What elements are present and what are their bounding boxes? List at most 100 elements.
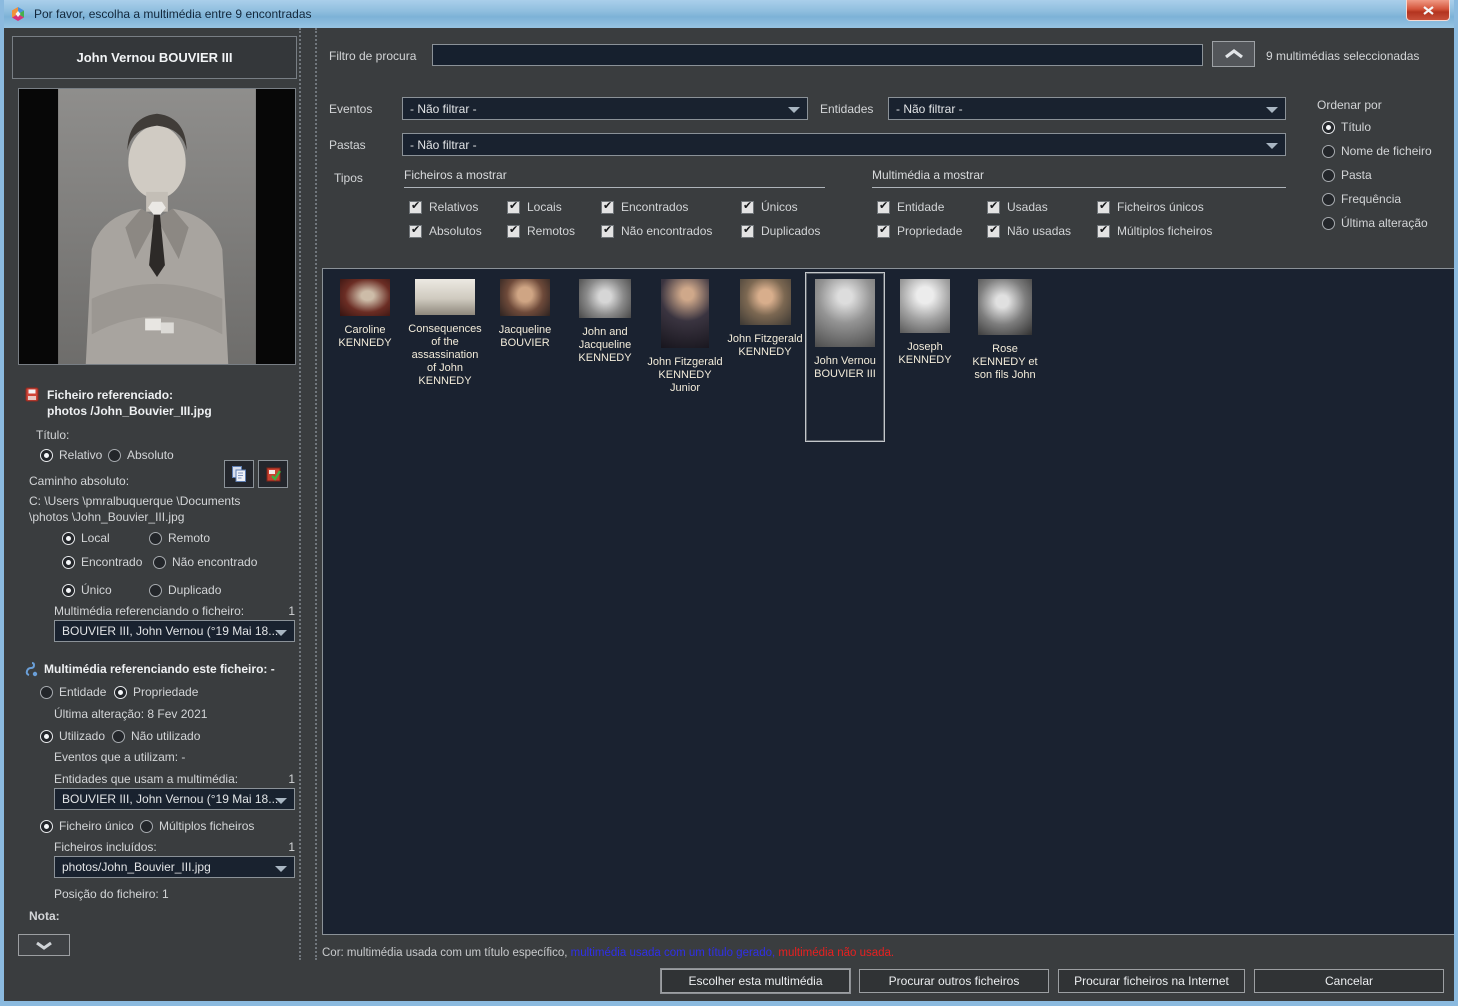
media-ref-combobox[interactable]: BOUVIER III, John Vernou (°19 Mai 18...	[54, 620, 295, 642]
radio-nao-utilizado[interactable]: Não utilizado	[112, 729, 200, 743]
selected-count-label: 9 multimédias seleccionadas	[1266, 49, 1419, 63]
radio-encontrado[interactable]: Encontrado	[62, 555, 142, 569]
chevron-down-icon	[275, 866, 287, 872]
checkbox-propriedade[interactable]: Propriedade	[877, 224, 962, 238]
pastas-label: Pastas	[329, 138, 366, 152]
sidebar-panel: John Vernou BOUVIER III	[12, 36, 298, 962]
close-button[interactable]	[1406, 0, 1450, 21]
pastas-combobox[interactable]: - Não filtrar -	[402, 133, 1286, 156]
media-gallery: Caroline KENNEDY Consequences of the ass…	[322, 268, 1455, 935]
checkbox-icon	[409, 225, 422, 238]
filter-input[interactable]	[432, 44, 1203, 66]
radio-entidade[interactable]: Entidade	[40, 685, 106, 699]
checkbox-nao-usadas[interactable]: Não usadas	[987, 224, 1071, 238]
radio-icon	[40, 820, 53, 833]
titulo-label: Título:	[36, 428, 69, 442]
media-ref-section: Multimédia referenciando este ficheiro: …	[25, 662, 275, 680]
radio-nao-encontrado[interactable]: Não encontrado	[153, 555, 257, 569]
titlebar: Por favor, escolha a multimédia entre 9 …	[0, 0, 1458, 28]
portrait-image	[58, 89, 256, 364]
file-ref-path: photos /John_Bouvier_III.jpg	[47, 404, 212, 418]
radio-sort-titulo[interactable]: Título	[1322, 120, 1371, 134]
checkbox-usadas[interactable]: Usadas	[987, 200, 1048, 214]
splitter[interactable]	[299, 28, 317, 960]
checkbox-icon	[507, 225, 520, 238]
files-group-title: Ficheiros a mostrar	[404, 168, 825, 188]
thumbnail-image	[340, 279, 390, 316]
checkbox-entidade[interactable]: Entidade	[877, 200, 944, 214]
radio-relativo[interactable]: Relativo	[40, 448, 102, 462]
checkbox-icon	[877, 225, 890, 238]
media-ref-count-row: Multimédia referenciando o ficheiro: 1	[54, 604, 295, 618]
radio-sort-nome-ficheiro[interactable]: Nome de ficheiro	[1322, 144, 1432, 158]
checkbox-nao-encontrados[interactable]: Não encontrados	[601, 224, 712, 238]
radio-remoto[interactable]: Remoto	[149, 531, 210, 545]
radio-icon	[108, 449, 121, 462]
gallery-item-john-and-jacqueline[interactable]: John and Jacqueline KENNEDY	[565, 272, 645, 366]
radio-sort-ultima-alteracao[interactable]: Última alteração	[1322, 216, 1428, 230]
thumbnail-image	[579, 279, 631, 318]
update-path-button[interactable]	[258, 460, 288, 488]
checkbox-unicos[interactable]: Únicos	[741, 200, 798, 214]
files-included-value: 1	[288, 840, 295, 854]
thumbnail-image	[900, 279, 950, 333]
gallery-item-jacqueline-bouvier[interactable]: Jacqueline BOUVIER	[485, 272, 565, 351]
radio-unico[interactable]: Único	[62, 583, 112, 597]
checkbox-relativos[interactable]: Relativos	[409, 200, 478, 214]
gallery-item-john-vernou-bouvier[interactable]: John Vernou BOUVIER III	[805, 272, 885, 442]
checkbox-remotos[interactable]: Remotos	[507, 224, 575, 238]
checkbox-locais[interactable]: Locais	[507, 200, 562, 214]
thumbnail-image	[740, 279, 791, 325]
radio-local[interactable]: Local	[62, 531, 110, 545]
checkbox-absolutos[interactable]: Absolutos	[409, 224, 482, 238]
eventos-combobox[interactable]: - Não filtrar -	[402, 97, 808, 120]
checkbox-icon	[877, 201, 890, 214]
radio-sort-pasta[interactable]: Pasta	[1322, 168, 1372, 182]
radio-utilizado[interactable]: Utilizado	[40, 729, 105, 743]
chevron-down-icon	[1266, 143, 1278, 149]
abs-path-line1: C: \Users \pmralbuquerque \Documents	[29, 494, 240, 508]
abs-path-line2: \photos \John_Bouvier_III.jpg	[29, 510, 184, 524]
chevron-down-icon	[788, 107, 800, 113]
note-expand-button[interactable]	[18, 934, 70, 956]
file-position-label: Posição do ficheiro: 1	[54, 887, 169, 901]
filter-collapse-button[interactable]	[1212, 41, 1255, 67]
gallery-item-jfk-junior[interactable]: John Fitzgerald KENNEDY Junior	[645, 272, 725, 396]
person-name-header: John Vernou BOUVIER III	[12, 36, 297, 79]
checkbox-encontrados[interactable]: Encontrados	[601, 200, 688, 214]
color-legend: Cor: multimédia usada com um título espe…	[322, 947, 894, 959]
gallery-item-jfk[interactable]: John Fitzgerald KENNEDY	[725, 272, 805, 360]
gallery-item-joseph-kennedy[interactable]: Joseph KENNEDY	[885, 272, 965, 368]
files-included-row: Ficheiros incluídos: 1	[54, 840, 295, 854]
media-ref-count-label: Multimédia referenciando o ficheiro:	[54, 604, 244, 618]
search-other-files-button[interactable]: Procurar outros ficheiros	[859, 969, 1049, 993]
entidades-combobox[interactable]: - Não filtrar -	[888, 97, 1286, 120]
copy-path-button[interactable]	[224, 460, 254, 488]
chevron-down-icon	[35, 941, 53, 950]
cancel-button[interactable]: Cancelar	[1254, 969, 1444, 993]
checkbox-multiplos-ficheiros[interactable]: Múltiplos ficheiros	[1097, 224, 1212, 238]
gallery-item-consequences-assassination[interactable]: Consequences of the assassination of Joh…	[405, 272, 485, 389]
choose-media-button[interactable]: Escolher esta multimédia	[661, 969, 850, 993]
files-included-combobox[interactable]: photos/John_Bouvier_III.jpg	[54, 856, 295, 878]
checkbox-ficheiros-unicos[interactable]: Ficheiros únicos	[1097, 200, 1204, 214]
radio-propriedade[interactable]: Propriedade	[114, 685, 198, 699]
radio-absoluto[interactable]: Absoluto	[108, 448, 174, 462]
radio-sort-frequencia[interactable]: Frequência	[1322, 192, 1401, 206]
chevron-down-icon	[1266, 107, 1278, 113]
entities-combobox[interactable]: BOUVIER III, John Vernou (°19 Mai 18...	[54, 788, 295, 810]
file-ref-section: Ficheiro referenciado: photos /John_Bouv…	[25, 387, 212, 419]
radio-icon	[62, 584, 75, 597]
nota-label: Nota:	[29, 909, 60, 923]
search-internet-button[interactable]: Procurar ficheiros na Internet	[1058, 969, 1245, 993]
checkbox-duplicados[interactable]: Duplicados	[741, 224, 820, 238]
radio-ficheiro-unico[interactable]: Ficheiro único	[40, 819, 134, 833]
radio-icon	[149, 532, 162, 545]
media-group-title: Multimédia a mostrar	[872, 168, 1286, 188]
window-title: Por favor, escolha a multimédia entre 9 …	[34, 7, 312, 21]
radio-multiplos-ficheiros[interactable]: Múltiplos ficheiros	[140, 819, 254, 833]
gallery-item-caroline-kennedy[interactable]: Caroline KENNEDY	[325, 272, 405, 351]
gallery-item-rose-kennedy[interactable]: Rose KENNEDY et son fils John	[965, 272, 1045, 383]
thumbnail-image	[815, 279, 875, 347]
radio-duplicado[interactable]: Duplicado	[149, 583, 221, 597]
